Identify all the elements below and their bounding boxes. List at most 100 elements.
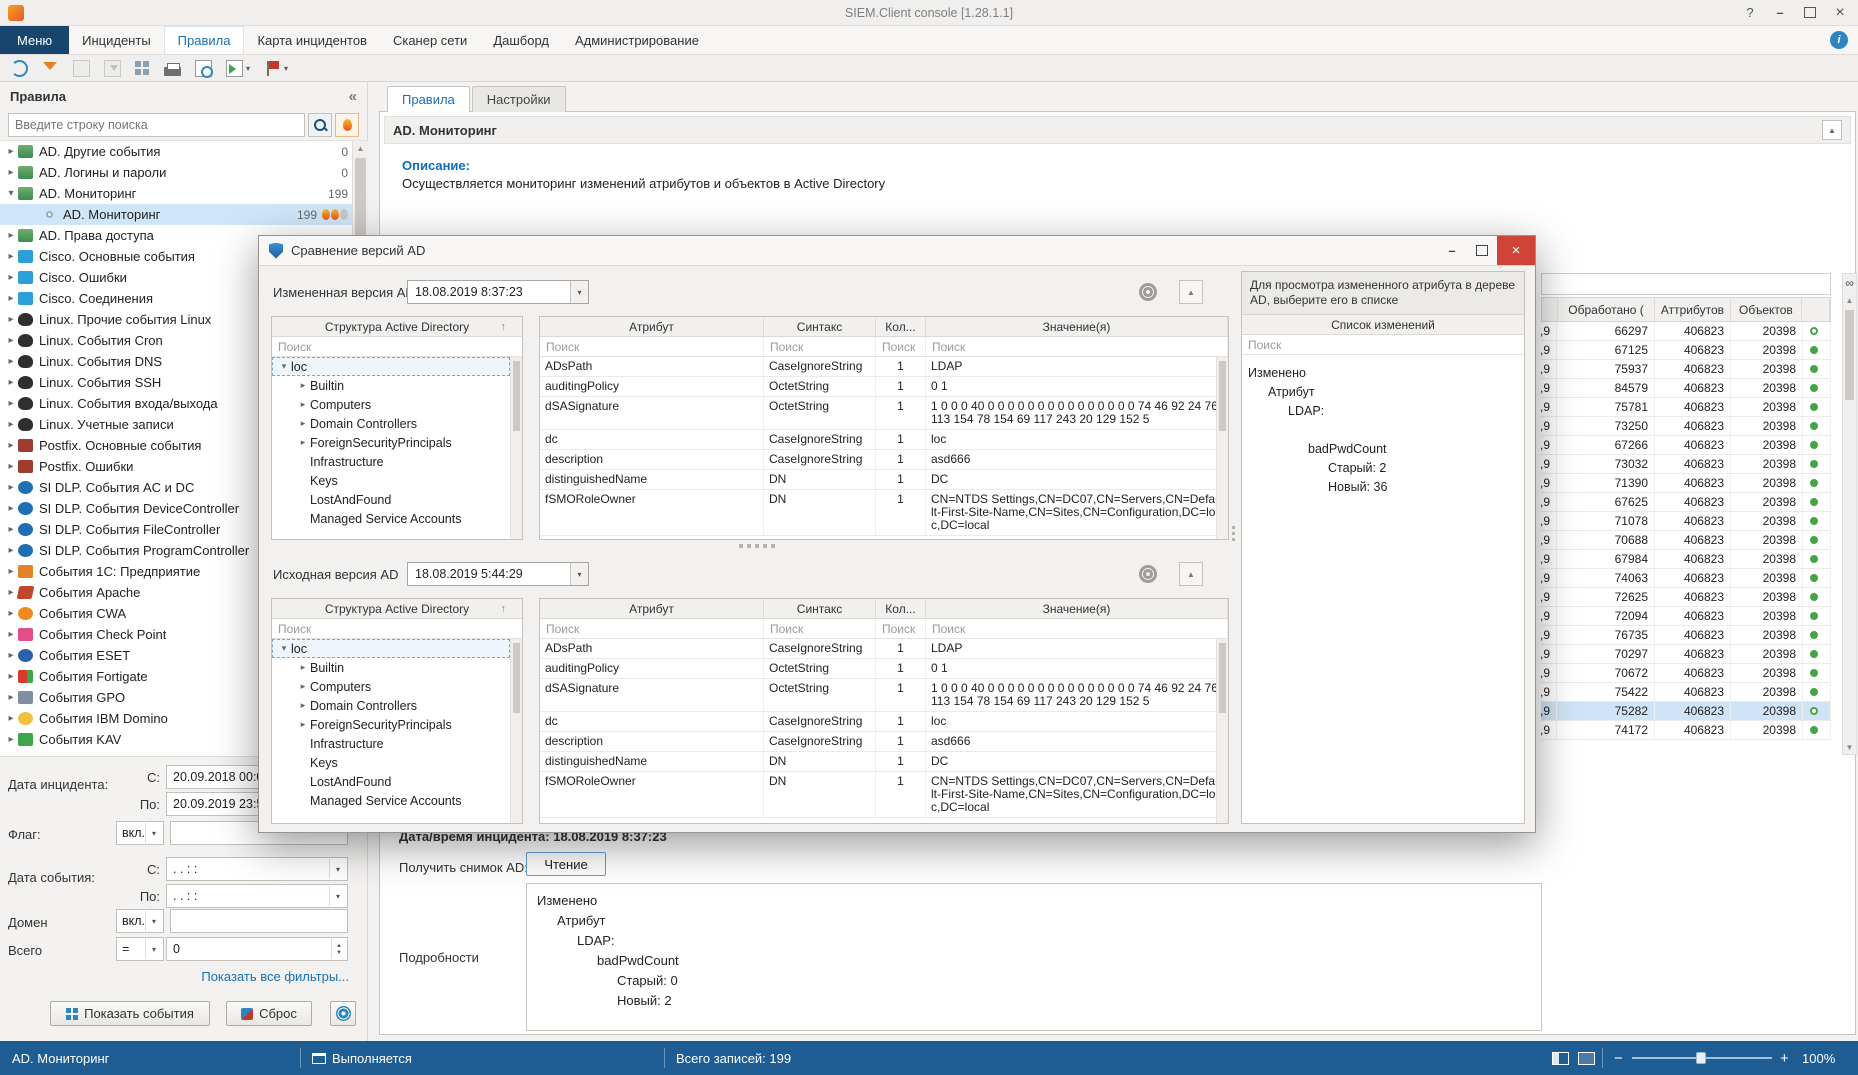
ad-tree-node[interactable]: Builtin: [272, 658, 522, 677]
attribute-row[interactable]: distinguishedName DN 1 DC: [540, 752, 1228, 772]
table-row[interactable]: ,9 74172 406823 20398: [1541, 721, 1831, 740]
expand-arrow-icon[interactable]: [4, 503, 18, 514]
change-item[interactable]: Новый: 36: [1248, 477, 1524, 496]
menu-tab[interactable]: Дашборд: [480, 26, 562, 54]
table-row[interactable]: ,9 67125 406823 20398: [1541, 341, 1831, 360]
table-row[interactable]: ,9 74063 406823 20398: [1541, 569, 1831, 588]
maximize-button[interactable]: [1796, 2, 1824, 23]
menu-tab[interactable]: Администрирование: [562, 26, 712, 54]
menu-tab[interactable]: Правила: [164, 26, 245, 54]
table-row[interactable]: ,9 71390 406823 20398: [1541, 474, 1831, 493]
column-header-value[interactable]: Значение(я): [926, 599, 1228, 618]
expand-arrow-icon[interactable]: [4, 272, 18, 283]
ad-tree-node[interactable]: Infrastructure: [272, 734, 522, 753]
expand-arrow-icon[interactable]: [4, 524, 18, 535]
expand-arrow-icon[interactable]: [4, 629, 18, 640]
expand-arrow-icon[interactable]: [4, 692, 18, 703]
expand-arrow-icon[interactable]: [4, 545, 18, 556]
search-cell[interactable]: Поиск: [764, 619, 876, 638]
expand-arrow-icon[interactable]: [4, 230, 18, 241]
expand-arrow-icon[interactable]: [4, 398, 18, 409]
events-table-filter-row[interactable]: [1541, 273, 1831, 295]
content-tab[interactable]: Правила: [387, 86, 470, 112]
column-header-attribute[interactable]: Атрибут: [540, 599, 764, 618]
toolbar-button[interactable]: [70, 57, 93, 79]
attribute-row[interactable]: dc CaseIgnoreString 1 loc: [540, 712, 1228, 732]
domain-value-input[interactable]: [170, 909, 348, 933]
spinner-icons[interactable]: [331, 939, 346, 959]
source-version-combobox[interactable]: 18.08.2019 5:44:29: [407, 562, 589, 586]
change-item[interactable]: Изменено: [1248, 363, 1524, 382]
event-date-to-field[interactable]: . . : :: [166, 884, 348, 908]
column-header-count[interactable]: Кол...: [876, 599, 926, 618]
collapse-section-button[interactable]: [1179, 280, 1203, 304]
column-header-attributes[interactable]: Аттрибутов: [1655, 298, 1730, 321]
expand-arrow-icon[interactable]: [4, 146, 18, 157]
tree-search-row[interactable]: Поиск: [272, 619, 522, 639]
ad-tree-node[interactable]: Keys: [272, 471, 522, 490]
toolbar-button[interactable]: [192, 57, 215, 79]
search-button[interactable]: [308, 113, 332, 137]
table-row[interactable]: ,9 67266 406823 20398: [1541, 436, 1831, 455]
zoom-slider[interactable]: [1632, 1041, 1772, 1075]
change-item[interactable]: Атрибут: [1248, 382, 1524, 401]
collapse-section-button[interactable]: [1822, 120, 1842, 140]
expand-arrow-icon[interactable]: [296, 399, 310, 410]
reset-button[interactable]: Сброс: [226, 1001, 312, 1026]
expand-arrow-icon[interactable]: [296, 681, 310, 692]
scroll-up-icon[interactable]: [1843, 296, 1856, 305]
scrollbar-thumb[interactable]: [513, 361, 520, 431]
scroll-up-icon[interactable]: [353, 141, 368, 156]
dropdown-arrow-icon[interactable]: [145, 823, 162, 843]
ad-tree-node[interactable]: ForeignSecurityPrincipals: [272, 715, 522, 734]
column-header-processed[interactable]: Обработано (: [1558, 298, 1655, 321]
table-row[interactable]: ,9 67625 406823 20398: [1541, 493, 1831, 512]
table-row[interactable]: ,9 66297 406823 20398: [1541, 322, 1831, 341]
layout-toggle-2[interactable]: [1578, 1041, 1595, 1075]
changes-column-header[interactable]: Список изменений: [1242, 315, 1524, 335]
filter-settings-button[interactable]: [330, 1001, 356, 1026]
table-row[interactable]: ,9 75282 406823 20398: [1541, 702, 1831, 721]
column-header-value[interactable]: Значение(я): [926, 317, 1228, 336]
table-row[interactable]: ,9 67984 406823 20398: [1541, 550, 1831, 569]
dropdown-arrow-icon[interactable]: [145, 939, 162, 959]
ad-tree-node[interactable]: Computers: [272, 677, 522, 696]
toolbar-button[interactable]: [261, 57, 291, 79]
sort-arrow-icon[interactable]: [501, 603, 507, 615]
scroll-down-icon[interactable]: [1843, 743, 1856, 752]
info-icon[interactable]: [1830, 31, 1848, 49]
panel-scrollbar[interactable]: [510, 639, 522, 823]
dialog-title-bar[interactable]: Сравнение версий AD: [259, 236, 1535, 266]
ad-tree-node[interactable]: LostAndFound: [272, 772, 522, 791]
expand-arrow-icon[interactable]: [4, 251, 18, 262]
tree-item[interactable]: AD. Мониторинг 199: [0, 204, 368, 225]
search-cell[interactable]: Поиск: [540, 619, 764, 638]
expand-arrow-icon[interactable]: [4, 419, 18, 430]
table-row[interactable]: ,9 84579 406823 20398: [1541, 379, 1831, 398]
dropdown-arrow-icon[interactable]: [329, 859, 346, 879]
read-snapshot-button[interactable]: Чтение: [526, 852, 606, 876]
menu-tab[interactable]: Инциденты: [69, 26, 164, 54]
splitter-handle[interactable]: [1232, 526, 1235, 541]
panel-scrollbar[interactable]: [1216, 639, 1228, 823]
attribute-row[interactable]: dc CaseIgnoreString 1 loc: [540, 430, 1228, 450]
dropdown-arrow-icon[interactable]: [570, 281, 588, 303]
content-tab[interactable]: Настройки: [472, 86, 566, 112]
dropdown-arrow-icon[interactable]: [329, 886, 346, 906]
toolbar-button[interactable]: [223, 57, 253, 79]
search-cell[interactable]: Поиск: [926, 619, 1228, 638]
ad-tree-node[interactable]: Builtin: [272, 376, 522, 395]
changed-version-combobox[interactable]: 18.08.2019 8:37:23: [407, 280, 589, 304]
expand-arrow-icon[interactable]: [4, 566, 18, 577]
column-header-count[interactable]: Кол...: [876, 317, 926, 336]
toolbar-button[interactable]: [8, 57, 31, 79]
menu-tab[interactable]: Меню: [0, 26, 69, 54]
table-row[interactable]: ,9 70672 406823 20398: [1541, 664, 1831, 683]
column-header-syntax[interactable]: Синтакс: [764, 599, 876, 618]
ad-tree-node[interactable]: Keys: [272, 753, 522, 772]
table-row[interactable]: ,9 72094 406823 20398: [1541, 607, 1831, 626]
ad-tree-root[interactable]: loc: [272, 357, 510, 376]
search-cell[interactable]: Поиск: [540, 337, 764, 356]
expand-arrow-icon[interactable]: [4, 608, 18, 619]
expand-arrow-icon[interactable]: [296, 380, 310, 391]
